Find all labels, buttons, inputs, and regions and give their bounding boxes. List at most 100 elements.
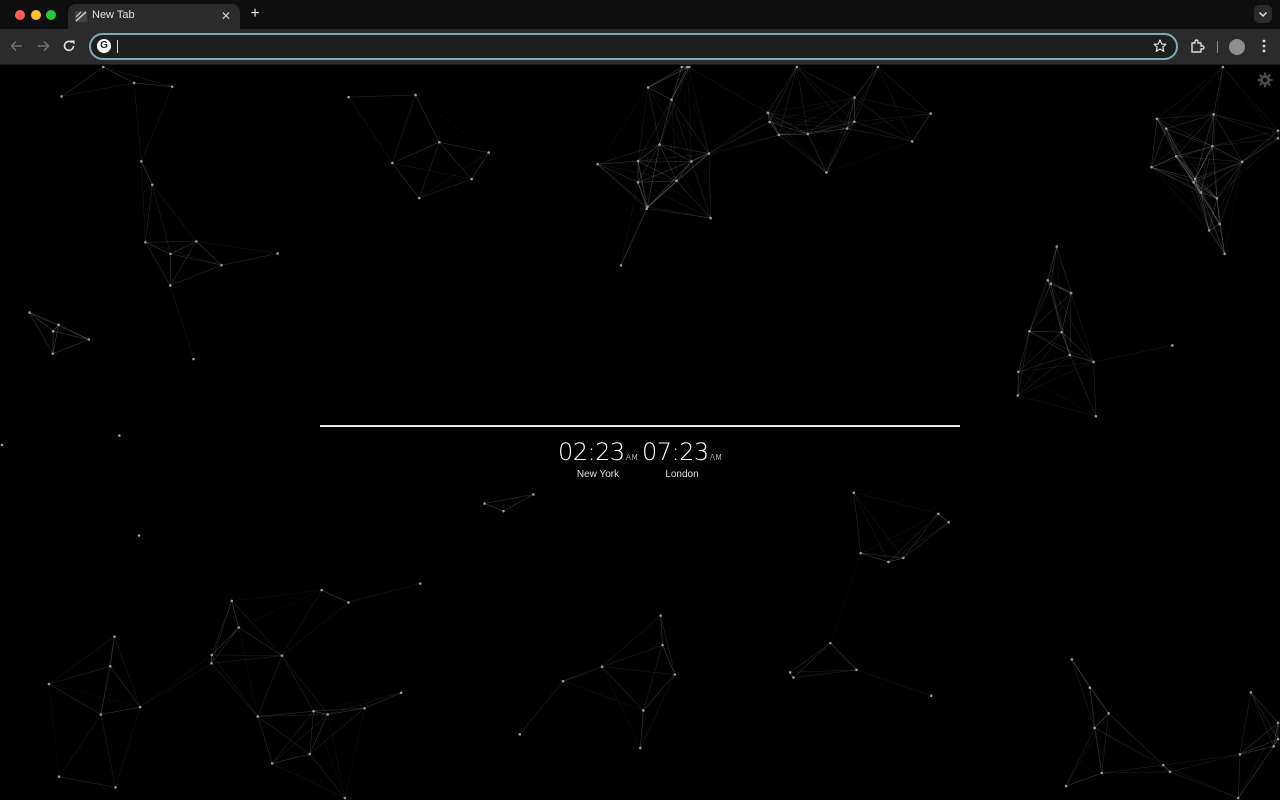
network-edge (1250, 692, 1274, 747)
network-edge (53, 330, 89, 340)
star-icon[interactable] (1152, 38, 1168, 54)
network-node (680, 65, 684, 69)
network-edge (52, 324, 59, 354)
network-node (118, 434, 121, 437)
network-node (766, 111, 770, 115)
network-node (887, 560, 890, 564)
network-node (483, 502, 486, 505)
network-node (1199, 191, 1203, 194)
close-tab-icon[interactable]: ✕ (218, 8, 234, 24)
network-edge (484, 503, 504, 512)
network-edge (846, 66, 879, 129)
close-window-button[interactable] (15, 10, 25, 20)
network-node (276, 252, 280, 255)
avatar[interactable] (1229, 39, 1245, 55)
network-edge (61, 66, 104, 97)
network-node (487, 151, 491, 154)
arrow-left-icon[interactable] (8, 37, 26, 55)
network-edge (796, 66, 855, 98)
network-edge (1156, 118, 1177, 157)
network-edge (29, 312, 89, 340)
network-edge (647, 87, 660, 145)
network-edge (484, 494, 534, 504)
clock-ampm: AM (625, 453, 639, 462)
network-edge (48, 683, 60, 777)
network-edge (140, 662, 212, 708)
network-edge (392, 94, 416, 164)
network-node (673, 673, 677, 676)
network-edge (643, 645, 663, 711)
tab-new-tab[interactable]: New Tab ✕ (68, 4, 240, 29)
network-edge (418, 142, 440, 199)
network-edge (646, 161, 692, 209)
network-node (1207, 229, 1211, 232)
browser-window: New Tab ✕ + G 02:23AM New York 07:23AM L… (0, 0, 1280, 800)
network-edge (637, 160, 711, 219)
network-edge (830, 553, 861, 644)
network-node (1221, 65, 1225, 69)
network-edge (854, 97, 931, 114)
network-edge (238, 627, 259, 717)
reload-icon[interactable] (60, 37, 78, 55)
network-node (256, 715, 260, 718)
network-edge (708, 153, 711, 219)
network-edge (103, 66, 135, 84)
network-edge (313, 711, 346, 799)
network-edge (778, 66, 798, 136)
network-node (1276, 129, 1280, 132)
network-edge (601, 666, 644, 711)
network-edge (1029, 280, 1049, 332)
clock-new-york: 02:23AM New York (556, 438, 640, 481)
network-edge (211, 655, 282, 664)
new-tab-button[interactable]: + (246, 5, 264, 23)
arrow-right-icon[interactable] (34, 37, 52, 55)
network-node (1064, 784, 1068, 788)
network-node (414, 93, 417, 97)
network-edge (1018, 331, 1062, 373)
network-node (639, 746, 642, 750)
maximize-window-button[interactable] (46, 10, 56, 20)
network-node (194, 240, 198, 243)
network-edge (519, 680, 564, 735)
gear-icon[interactable] (1257, 72, 1273, 88)
network-node (1276, 721, 1280, 725)
network-edge (211, 663, 258, 717)
puzzle-icon[interactable] (1188, 37, 1206, 55)
network-edge (1169, 753, 1240, 773)
omnibox[interactable]: G (89, 33, 1178, 60)
network-node (363, 706, 366, 710)
network-node (140, 160, 143, 163)
kebab-menu-icon[interactable] (1255, 37, 1273, 55)
network-edge (415, 94, 489, 153)
clock-london: 07:23AM London (640, 438, 724, 481)
network-node (1150, 165, 1153, 169)
minimize-window-button[interactable] (31, 10, 41, 20)
network-node (1192, 181, 1195, 184)
network-edge (281, 655, 328, 715)
address-input[interactable] (115, 37, 1145, 56)
clock-time-value: 07:23 (641, 438, 709, 466)
network-edge (133, 82, 142, 162)
network-node (347, 601, 350, 604)
network-edge (140, 654, 212, 708)
tab-search-button[interactable] (1254, 5, 1272, 23)
network-node (169, 252, 172, 256)
network-node (270, 762, 274, 765)
network-edge (257, 716, 273, 764)
network-edge (1093, 345, 1173, 363)
network-edge (1237, 746, 1274, 799)
network-edge (597, 161, 692, 165)
network-node (502, 509, 505, 513)
network-edge (1175, 156, 1196, 180)
network-node (220, 263, 223, 267)
network-edge (854, 66, 879, 122)
network-edge (281, 602, 349, 656)
network-background (0, 65, 1280, 800)
network-node (687, 65, 691, 69)
network-edge (348, 96, 393, 164)
network-node (1049, 282, 1053, 286)
network-edge (170, 253, 222, 266)
network-node (343, 796, 347, 800)
network-node (947, 520, 951, 524)
network-edge (681, 66, 710, 154)
